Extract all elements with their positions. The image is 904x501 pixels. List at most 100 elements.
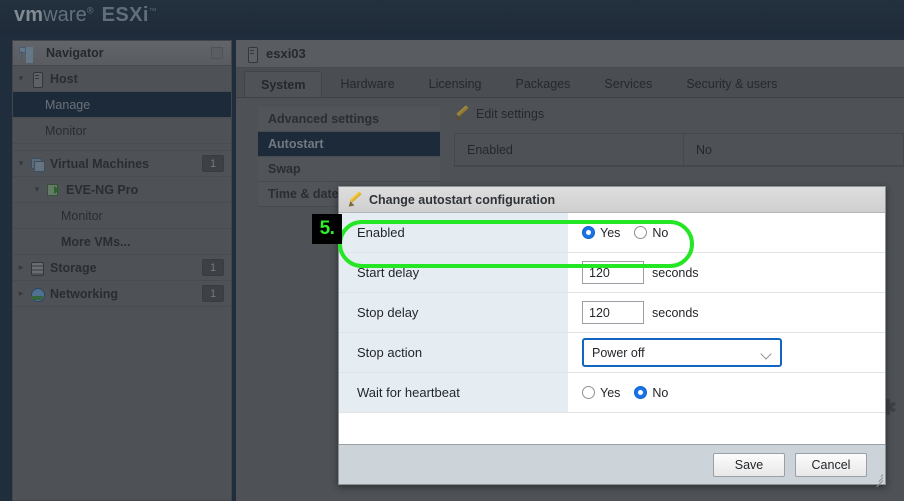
- tab-licensing[interactable]: Licensing: [413, 71, 498, 97]
- vm-green-icon: [45, 183, 61, 197]
- sidebar-item-host[interactable]: ▾ Host: [13, 66, 231, 92]
- host-icon: [244, 46, 260, 63]
- navigator-panel: Navigator ▾ Host Manage Monitor ▾ Virtual Mac…: [12, 40, 232, 501]
- radio-label: Yes: [600, 385, 621, 400]
- navigator-group-separator: [13, 144, 231, 151]
- submenu-item-autostart[interactable]: Autostart: [258, 132, 440, 157]
- form-row-wait-for-heartbeat: Wait for heartbeat Yes No: [339, 373, 885, 413]
- select-value-stop-action: Power off: [592, 345, 645, 360]
- tab-services[interactable]: Services: [588, 71, 668, 97]
- select-stop-action[interactable]: Power off: [582, 338, 782, 367]
- logo-esxi-text: ESXi: [101, 4, 149, 26]
- tab-security-users[interactable]: Security & users: [670, 71, 793, 97]
- form-label-stop-action: Stop action: [339, 333, 568, 372]
- form-control-enabled: Yes No: [568, 213, 885, 252]
- brand-bar: vmware® ESXi™: [0, 0, 904, 36]
- sidebar-item-storage[interactable]: ▸ Storage 1: [13, 255, 231, 281]
- navigator-item-list: ▾ Host Manage Monitor ▾ Virtual Machines 1 ▾ EVE…: [13, 66, 231, 307]
- form-row-start-delay: Start delay seconds: [339, 253, 885, 293]
- breadcrumb: esxi03: [236, 40, 904, 68]
- trademark-mark-icon: ™: [148, 6, 157, 16]
- radio-wait-for-heartbeat-yes[interactable]: Yes: [582, 386, 620, 400]
- form-row-stop-action: Stop action Power off: [339, 333, 885, 373]
- radio-enabled-no[interactable]: No: [634, 226, 668, 240]
- radio-dot-icon: [634, 386, 648, 399]
- radio-label: Yes: [600, 225, 621, 240]
- logo-vm-text: vm: [14, 4, 44, 26]
- sidebar-item-label: Manage: [45, 97, 91, 112]
- sidebar-item-manage[interactable]: Manage: [13, 92, 231, 118]
- form-control-start-delay: seconds: [568, 253, 885, 292]
- autostart-settings-pane: Edit settings Enabled No: [454, 107, 904, 167]
- dialog-footer: Save Cancel: [339, 444, 885, 488]
- input-start-delay[interactable]: [582, 261, 644, 284]
- tab-hardware[interactable]: Hardware: [324, 71, 410, 97]
- minimize-box-icon[interactable]: [211, 47, 223, 59]
- sidebar-item-virtual-machines[interactable]: ▾ Virtual Machines 1: [13, 151, 231, 177]
- dialog-title: Change autostart configuration: [369, 192, 556, 207]
- breadcrumb-label: esxi03: [266, 46, 306, 61]
- tab-system[interactable]: System: [244, 71, 323, 97]
- radio-wait-for-heartbeat-no[interactable]: No: [634, 386, 668, 400]
- radio-dot-icon: [634, 226, 648, 239]
- autostart-settings-table: Enabled No: [454, 133, 904, 167]
- sidebar-item-label: EVE-NG Pro: [66, 182, 139, 197]
- sidebar-item-count-badge: 1: [202, 155, 224, 172]
- radio-enabled-yes[interactable]: Yes: [582, 226, 620, 240]
- navigator-title: Navigator: [46, 46, 104, 60]
- storage-icon: [29, 261, 45, 276]
- chevron-down-icon[interactable]: ▾: [29, 184, 45, 195]
- sidebar-item-label: More VMs...: [61, 234, 131, 249]
- radio-label: No: [652, 225, 669, 240]
- form-label-stop-delay: Stop delay: [339, 293, 568, 332]
- edit-settings-label: Edit settings: [476, 107, 545, 121]
- sidebar-item-eve-ng-pro[interactable]: ▾ EVE-NG Pro: [13, 177, 231, 203]
- resize-grip-icon[interactable]: [873, 472, 884, 488]
- save-button[interactable]: Save: [713, 452, 785, 477]
- dialog-title-bar: Change autostart configuration: [339, 187, 885, 213]
- form-label-start-delay: Start delay: [339, 253, 568, 292]
- setting-key: Enabled: [467, 142, 513, 157]
- pencil-icon: [347, 193, 363, 207]
- input-stop-delay[interactable]: [582, 301, 644, 324]
- chevron-right-icon[interactable]: ▸: [13, 262, 29, 273]
- unit-label-stop-delay: seconds: [652, 305, 699, 320]
- tab-bar: System Hardware Licensing Packages Services S…: [236, 68, 904, 98]
- sidebar-item-more-vms[interactable]: More VMs...: [13, 229, 231, 255]
- form-control-wait-for-heartbeat: Yes No: [568, 373, 885, 412]
- network-icon: [29, 287, 45, 302]
- logo-ware-text: ware: [43, 4, 87, 26]
- cancel-button[interactable]: Cancel: [795, 452, 867, 477]
- form-row-enabled: Enabled Yes No: [339, 213, 885, 253]
- chevron-down-icon[interactable]: ▾: [13, 158, 29, 169]
- table-row: Enabled No: [455, 133, 903, 166]
- tab-packages[interactable]: Packages: [500, 71, 587, 97]
- pencil-icon: [454, 107, 470, 121]
- sidebar-item-networking[interactable]: ▸ Networking 1: [13, 281, 231, 307]
- sidebar-item-label: Host: [50, 71, 78, 86]
- sidebar-item-label: Networking: [50, 286, 119, 301]
- dialog-form: EnabledYesNoStart delaysecondsStop delay…: [339, 213, 885, 445]
- edit-settings-button[interactable]: Edit settings: [454, 107, 904, 121]
- sidebar-item-monitor[interactable]: Monitor: [13, 118, 231, 144]
- navigator-header: Navigator: [13, 41, 231, 66]
- form-label-wait-for-heartbeat: Wait for heartbeat: [339, 373, 568, 412]
- submenu-item-swap[interactable]: Swap: [258, 157, 440, 182]
- vmware-esxi-logo: vmware® ESXi™: [14, 4, 157, 27]
- registered-mark-icon: ®: [86, 5, 94, 16]
- form-control-stop-delay: seconds: [568, 293, 885, 332]
- setting-value: No: [683, 133, 903, 166]
- submenu-item-advanced-settings[interactable]: Advanced settings: [258, 107, 440, 132]
- step-number-badge: 5.: [312, 214, 342, 244]
- sidebar-item-monitor[interactable]: Monitor: [13, 203, 231, 229]
- chevron-down-icon[interactable]: ▾: [13, 73, 29, 84]
- sidebar-item-count-badge: 1: [202, 285, 224, 302]
- chevron-right-icon[interactable]: ▸: [13, 288, 29, 299]
- sidebar-item-label: Storage: [50, 260, 97, 275]
- host-icon: [29, 71, 45, 88]
- unit-label-start-delay: seconds: [652, 265, 699, 280]
- radio-label: No: [652, 385, 669, 400]
- form-control-stop-action: Power off: [568, 333, 885, 372]
- form-row-stop-delay: Stop delay seconds: [339, 293, 885, 333]
- sidebar-item-label: Virtual Machines: [50, 156, 150, 171]
